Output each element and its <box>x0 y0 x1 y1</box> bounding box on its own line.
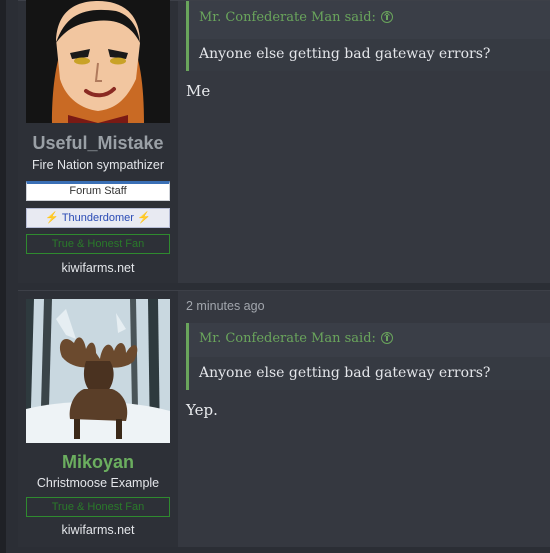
quote-author[interactable]: Mr. Confederate Man said: <box>199 10 376 25</box>
avatar[interactable] <box>26 0 170 123</box>
page-gutter <box>0 0 6 553</box>
user-info-panel: Useful_Mistake Fire Nation sympathizer F… <box>18 0 178 283</box>
avatar-image <box>26 0 170 123</box>
arrow-up-circle-icon[interactable] <box>380 10 393 23</box>
user-title: Christmoose Example <box>36 476 160 490</box>
quote-author[interactable]: Mr. Confederate Man said: <box>199 331 376 346</box>
user-title: Fire Nation sympathizer <box>32 158 164 172</box>
post-content: 2 minutes ago Mr. Confederate Man said: … <box>186 291 550 547</box>
post-message: Yep. <box>186 401 218 419</box>
thunderdome-banner: ⚡ Thunderdomer ⚡ <box>26 208 170 228</box>
post-message: Me <box>186 82 211 100</box>
post: Useful_Mistake Fire Nation sympathizer F… <box>18 0 550 283</box>
true-honest-fan-banner: True & Honest Fan <box>26 497 170 517</box>
quote-block: Mr. Confederate Man said: Anyone else ge… <box>186 1 550 71</box>
user-info-panel: Mikoyan Christmoose Example True & Hones… <box>18 291 178 547</box>
lightning-bolt-icon: ⚡ <box>137 212 151 224</box>
quote-text: Anyone else getting bad gateway errors? <box>189 39 550 71</box>
fan-label: True & Honest Fan <box>51 238 145 250</box>
avatar[interactable] <box>26 299 170 443</box>
username[interactable]: Mikoyan <box>18 452 178 473</box>
username[interactable]: Useful_Mistake <box>18 133 178 154</box>
thunderdome-label: Thunderdomer <box>61 212 134 224</box>
quote-header[interactable]: Mr. Confederate Man said: <box>189 323 550 356</box>
post-content: Mr. Confederate Man said: Anyone else ge… <box>186 1 550 283</box>
user-site: kiwifarms.net <box>61 261 135 275</box>
forum-staff-banner: Forum Staff <box>26 181 170 201</box>
quote-text: Anyone else getting bad gateway errors? <box>189 357 550 390</box>
post-timestamp[interactable]: 2 minutes ago <box>186 299 265 313</box>
user-site: kiwifarms.net <box>61 523 135 537</box>
lightning-bolt-icon: ⚡ <box>45 212 59 224</box>
post: Mikoyan Christmoose Example True & Hones… <box>18 290 550 547</box>
true-honest-fan-banner: True & Honest Fan <box>26 234 170 254</box>
quote-block: Mr. Confederate Man said: Anyone else ge… <box>186 323 550 390</box>
avatar-image <box>26 299 170 443</box>
arrow-up-circle-icon[interactable] <box>380 331 393 344</box>
fan-label: True & Honest Fan <box>51 501 145 513</box>
forum-staff-label: Forum Staff <box>69 185 127 197</box>
quote-header[interactable]: Mr. Confederate Man said: <box>189 5 550 31</box>
